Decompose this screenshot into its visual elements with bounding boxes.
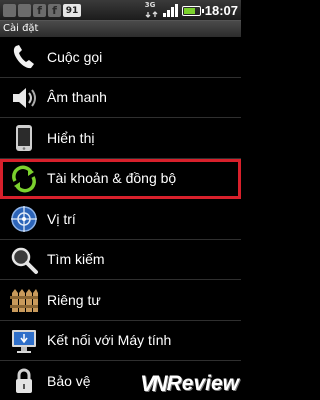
- signal-strength-icon: [162, 4, 178, 17]
- settings-item-privacy[interactable]: Riêng tư: [0, 280, 241, 321]
- settings-item-pc-connection[interactable]: Kết nối với Máy tính: [0, 321, 241, 361]
- settings-item-label: Kết nối với Máy tính: [47, 332, 172, 349]
- facebook-icon: f: [48, 4, 61, 17]
- settings-item-calls[interactable]: Cuộc gọi: [0, 37, 241, 78]
- magnifier-icon: [11, 247, 38, 274]
- battery-fill: [183, 7, 195, 14]
- settings-item-sound[interactable]: Âm thanh: [0, 78, 241, 118]
- settings-item-accounts-sync[interactable]: Tài khoản & đồng bộ: [0, 158, 241, 199]
- battery-icon: [181, 5, 204, 16]
- settings-item-label: Riêng tư: [47, 291, 101, 308]
- settings-item-label: Hiển thị: [47, 129, 95, 146]
- watermark: VN Review: [140, 371, 239, 397]
- notification-icon: [18, 4, 31, 17]
- watermark-text: Review: [166, 372, 239, 395]
- settings-item-location[interactable]: Vị trí: [0, 199, 241, 240]
- settings-item-search[interactable]: Tìm kiếm: [0, 240, 241, 280]
- clock: 18:07: [204, 3, 238, 18]
- lock-icon: [16, 368, 32, 393]
- computer-icon: [12, 329, 36, 353]
- facebook-icon: f: [33, 4, 46, 17]
- settings-item-label: Cuộc gọi: [47, 48, 103, 65]
- status-bar: f f 91 3G 18:07: [0, 0, 241, 21]
- notification-icon: [3, 4, 16, 17]
- notification-icons: f f 91: [3, 4, 81, 17]
- settings-item-label: Bảo vệ: [47, 372, 91, 389]
- settings-item-label: Âm thanh: [47, 89, 107, 106]
- settings-list: Cuộc gọi Âm thanh Hiển thị Tài khoản & đ…: [0, 37, 241, 400]
- notification-badge: 91: [63, 4, 81, 17]
- settings-item-display[interactable]: Hiển thị: [0, 118, 241, 159]
- settings-item-label: Tài khoản & đồng bộ: [47, 170, 177, 187]
- settings-item-label: Tìm kiếm: [47, 251, 105, 268]
- phone-icon: [13, 45, 34, 69]
- network-3g-icon: 3G: [145, 1, 159, 18]
- watermark-logo: VN: [140, 371, 168, 396]
- speaker-icon: [13, 87, 36, 108]
- sync-icon: [12, 165, 36, 192]
- fence-icon: [10, 289, 38, 312]
- phone-display-icon: [16, 125, 32, 151]
- location-icon: [11, 206, 37, 232]
- settings-item-label: Vị trí: [47, 210, 76, 227]
- page-title: Cài đặt: [0, 21, 241, 37]
